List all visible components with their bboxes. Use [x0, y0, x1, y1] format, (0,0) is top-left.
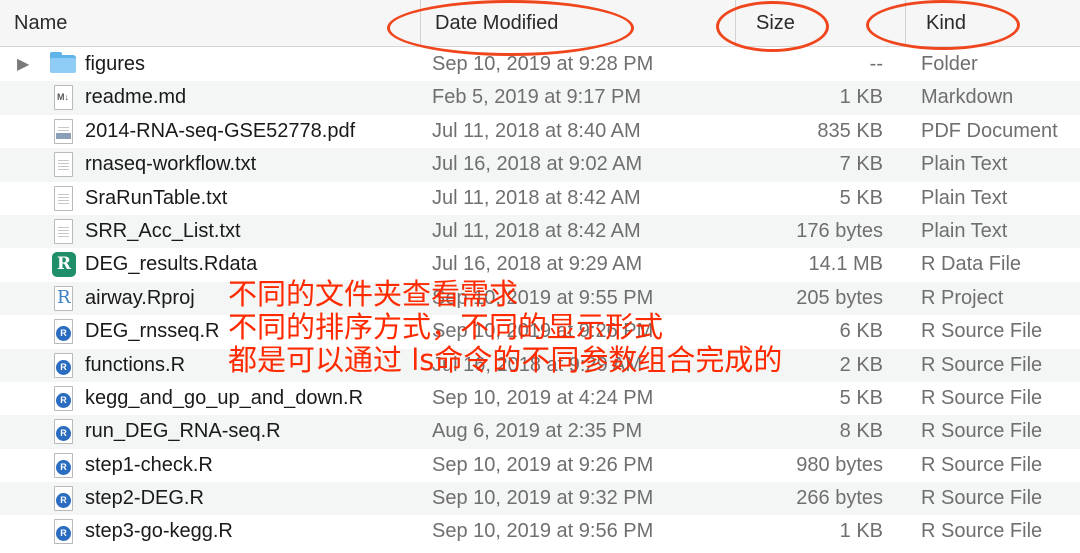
file-kind: Plain Text [921, 186, 1008, 209]
text-file-icon [50, 185, 76, 212]
file-date-modified: Jul 16, 2018 at 9:02 AM [432, 153, 643, 176]
file-kind: R Project [921, 286, 1004, 309]
annotation-line-1: 不同的文件夹查看需求 [228, 277, 519, 311]
file-row[interactable]: M↓ readme.md Feb 5, 2019 at 9:17 PM 1 KB Mar… [0, 81, 1080, 115]
annotation-line-3: 都是可以通过 ls命令的不同参数组合完成的 [228, 343, 783, 377]
file-kind: PDF Document [921, 119, 1058, 142]
r-source-file-icon: R [50, 419, 76, 445]
file-date-modified: Jul 11, 2018 at 8:40 AM [432, 119, 641, 142]
file-size: -- [869, 53, 883, 75]
file-kind: R Source File [921, 320, 1043, 343]
file-name: run_DEG_RNA-seq.R [85, 420, 281, 443]
file-date-modified: Jul 11, 2018 at 8:42 AM [432, 186, 641, 209]
file-row[interactable]: R DEG_results.Rdata Jul 16, 2018 at 9:29 A… [0, 248, 1080, 281]
markdown-file-icon: M↓ [50, 85, 76, 111]
file-size: 14.1 MB [808, 253, 883, 276]
file-name: SraRunTable.txt [85, 186, 228, 209]
file-name: step2-DEG.R [85, 487, 204, 510]
annotation-line-2: 不同的排序方式，不同的显示形式 [228, 310, 664, 344]
file-date-modified: Aug 6, 2019 at 2:35 PM [432, 420, 643, 443]
file-name: SRR_Acc_List.txt [85, 219, 241, 242]
file-kind: Folder [921, 53, 978, 75]
file-row[interactable]: 2014-RNA-seq-GSE52778.pdf Jul 11, 2018 at… [0, 115, 1080, 148]
file-name: 2014-RNA-seq-GSE52778.pdf [85, 119, 356, 142]
r-source-file-icon: R [50, 385, 76, 412]
r-source-file-icon: R [50, 486, 76, 512]
file-name: functions.R [85, 353, 186, 376]
file-row[interactable]: Rstep1-check.R Sep 10, 2019 at 9:26 PM 980… [0, 449, 1080, 482]
folder-icon [50, 52, 76, 78]
file-name: airway.Rproj [85, 286, 195, 309]
file-date-modified: Sep 10, 2019 at 9:26 PM [432, 453, 654, 476]
file-row[interactable]: SraRunTable.txt Jul 11, 2018 at 8:42 AM 5 … [0, 182, 1080, 215]
file-kind: R Data File [921, 253, 1022, 276]
disclosure-triangle-icon[interactable]: ▶ [17, 48, 33, 81]
file-size: 1 KB [839, 520, 883, 543]
file-name: readme.md [85, 86, 187, 109]
file-row[interactable]: rnaseq-workflow.txt Jul 16, 2018 at 9:02 … [0, 148, 1080, 182]
file-kind: R Source File [921, 353, 1043, 376]
rproj-file-icon: R [50, 285, 76, 312]
name-column-header[interactable]: Name [0, 0, 420, 46]
r-source-file-icon: R [50, 352, 76, 379]
file-kind: Plain Text [921, 153, 1008, 176]
file-name: DEG_rnsseq.R [85, 320, 220, 343]
kind-column-highlight-circle [866, 0, 1020, 50]
file-name: kegg_and_go_up_and_down.R [85, 386, 364, 409]
file-name: figures [85, 53, 146, 75]
text-file-icon [50, 218, 76, 245]
file-size: 8 KB [839, 420, 883, 443]
file-kind: Markdown [921, 86, 1014, 109]
file-date-modified: Sep 10, 2019 at 9:56 PM [432, 520, 654, 543]
rdata-file-icon: R [50, 252, 76, 278]
file-name: step1-check.R [85, 453, 213, 476]
file-kind: R Source File [921, 453, 1043, 476]
file-size: 835 KB [817, 119, 883, 142]
file-size: 5 KB [839, 186, 883, 209]
r-source-file-icon: R [50, 519, 76, 545]
file-kind: R Source File [921, 487, 1043, 510]
file-kind: R Source File [921, 420, 1043, 443]
file-size: 7 KB [839, 153, 883, 176]
file-size: 980 bytes [796, 453, 883, 476]
file-kind: R Source File [921, 520, 1043, 543]
file-name: rnaseq-workflow.txt [85, 153, 257, 176]
file-size: 205 bytes [796, 286, 883, 309]
file-date-modified: Sep 10, 2019 at 4:24 PM [432, 386, 654, 409]
file-name: step3-go-kegg.R [85, 520, 233, 543]
pdf-file-icon [50, 118, 76, 145]
file-size: 1 KB [839, 86, 883, 109]
file-row[interactable]: Rstep2-DEG.R Sep 10, 2019 at 9:32 PM 266 b… [0, 482, 1080, 516]
size-column-highlight-circle [716, 1, 829, 52]
date-column-highlight-circle [387, 0, 634, 56]
file-list: ▶ figures Sep 10, 2019 at 9:28 PM -- Folder M… [0, 48, 1080, 549]
file-size: 266 bytes [796, 487, 883, 510]
file-kind: R Source File [921, 386, 1043, 409]
file-row[interactable]: Rstep3-go-kegg.R Sep 10, 2019 at 9:56 PM 1… [0, 515, 1080, 548]
file-size: 176 bytes [796, 219, 883, 242]
file-row[interactable]: Rrun_DEG_RNA-seq.R Aug 6, 2019 at 2:35 PM… [0, 415, 1080, 449]
r-source-file-icon: R [50, 452, 76, 479]
file-row[interactable]: Rkegg_and_go_up_and_down.R Sep 10, 2019 a… [0, 382, 1080, 415]
text-file-icon [50, 152, 76, 178]
file-date-modified: Sep 10, 2019 at 9:32 PM [432, 487, 654, 510]
r-source-file-icon: R [50, 319, 76, 345]
file-kind: Plain Text [921, 219, 1008, 242]
file-size: 5 KB [839, 386, 883, 409]
file-date-modified: Feb 5, 2019 at 9:17 PM [432, 86, 642, 109]
file-date-modified: Jul 11, 2018 at 8:42 AM [432, 219, 641, 242]
file-row[interactable]: SRR_Acc_List.txt Jul 11, 2018 at 8:42 AM 1… [0, 214, 1080, 249]
